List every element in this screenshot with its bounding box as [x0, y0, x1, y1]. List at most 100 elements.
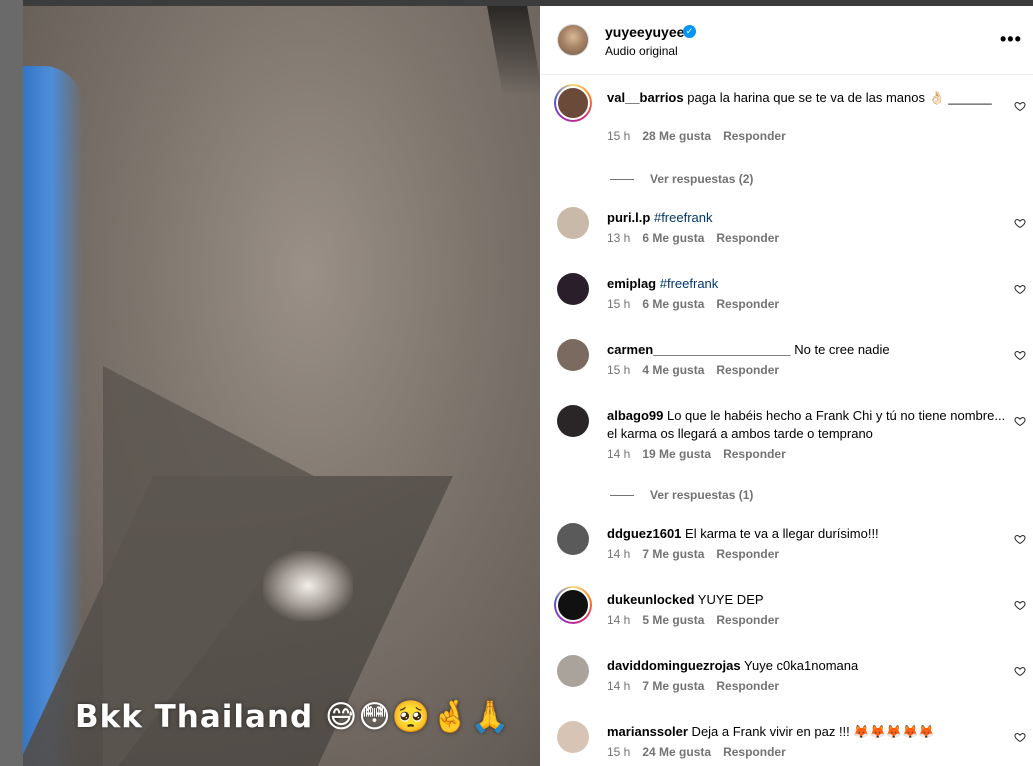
comment-body: Lo que le habéis hecho a Frank Chi y tú …: [607, 408, 1006, 441]
comment-text: val__barrios paga la harina que se te va…: [607, 89, 1007, 107]
comment-body: No te cree nadie: [790, 342, 890, 357]
like-heart-icon[interactable]: [1014, 283, 1026, 295]
comment-likes[interactable]: 28 Me gusta: [642, 129, 711, 143]
reply-button[interactable]: Responder: [716, 363, 779, 377]
comment-likes[interactable]: 19 Me gusta: [642, 447, 711, 461]
comment-likes[interactable]: 24 Me gusta: [642, 745, 711, 759]
comment-likes[interactable]: 7 Me gusta: [642, 679, 704, 693]
author-username[interactable]: yuyeeyuyee: [605, 24, 684, 40]
replies-divider: [610, 495, 634, 497]
comment-text: albago99 Lo que le habéis hecho a Frank …: [607, 407, 1007, 443]
comment-body: YUYE DEP: [694, 592, 764, 607]
comment-body: El karma te va a llegar durísimo!!!: [681, 526, 879, 541]
like-heart-icon[interactable]: [1014, 533, 1026, 545]
reel-video[interactable]: Bkk Thailand 😅😳🥺🤞🙏: [23, 6, 540, 766]
like-heart-icon[interactable]: [1014, 665, 1026, 677]
reply-button[interactable]: Responder: [716, 231, 779, 245]
left-edge: [0, 0, 23, 766]
commenter-username[interactable]: puri.l.p: [607, 210, 650, 225]
comment-text: carmen___________________ No te cree nad…: [607, 341, 1007, 359]
commenter-username[interactable]: carmen___________________: [607, 342, 791, 357]
comment-meta: 15 h 6 Me gusta Responder: [607, 297, 791, 311]
commenter-username[interactable]: val__barrios: [607, 90, 684, 105]
comment-text: ddguez1601 El karma te va a llegar durís…: [607, 525, 1007, 543]
reply-button[interactable]: Responder: [716, 297, 779, 311]
commenter-avatar[interactable]: [554, 586, 592, 624]
comment-timestamp: 13 h: [607, 231, 631, 245]
like-heart-icon[interactable]: [1014, 349, 1026, 361]
commenter-username[interactable]: albago99: [607, 408, 663, 423]
comment-meta: 14 h 7 Me gusta Responder: [607, 547, 791, 561]
commenter-username[interactable]: dukeunlocked: [607, 592, 694, 607]
commenter-username[interactable]: marianssoler: [607, 724, 688, 739]
comment-timestamp: 15 h: [607, 297, 631, 311]
comment-timestamp: 15 h: [607, 129, 631, 143]
comment-likes[interactable]: 4 Me gusta: [642, 363, 704, 377]
comment-meta: 14 h 5 Me gusta Responder: [607, 613, 791, 627]
commenter-avatar[interactable]: [554, 84, 592, 122]
like-heart-icon[interactable]: [1014, 731, 1026, 743]
commenter-avatar[interactable]: [557, 523, 589, 555]
comment-timestamp: 14 h: [607, 613, 631, 627]
author-avatar[interactable]: [557, 24, 589, 56]
commenter-avatar[interactable]: [557, 207, 589, 239]
commenter-username[interactable]: daviddominguezrojas: [607, 658, 741, 673]
view-replies-label: Ver respuestas (2): [650, 172, 754, 186]
comment-text: daviddominguezrojas Yuye c0ka1nomana: [607, 657, 1007, 675]
reply-button[interactable]: Responder: [723, 447, 786, 461]
comment-meta: 13 h 6 Me gusta Responder: [607, 231, 791, 245]
like-heart-icon[interactable]: [1014, 100, 1026, 112]
video-light-spot: [263, 551, 353, 621]
comment-meta: 14 h 19 Me gusta Responder: [607, 447, 798, 461]
comment-timestamp: 15 h: [607, 745, 631, 759]
comment-text: puri.l.p #freefrank: [607, 209, 1007, 227]
video-dark-corner: [487, 6, 540, 96]
reply-button[interactable]: Responder: [716, 679, 779, 693]
comment-meta: 15 h 24 Me gusta Responder: [607, 745, 798, 759]
comment-meta: 15 h 4 Me gusta Responder: [607, 363, 791, 377]
comment-timestamp: 14 h: [607, 547, 631, 561]
comment-text: emiplag #freefrank: [607, 275, 1007, 293]
comments-panel: yuyeeyuyee ✓ Audio original ••• val__bar…: [540, 6, 1033, 766]
view-replies-label: Ver respuestas (1): [650, 488, 754, 502]
verified-badge-icon: ✓: [683, 25, 696, 38]
commenter-avatar[interactable]: [557, 721, 589, 753]
commenter-username[interactable]: ddguez1601: [607, 526, 681, 541]
commenter-username[interactable]: emiplag: [607, 276, 656, 291]
video-caption: Bkk Thailand 😅😳🥺🤞🙏: [75, 699, 511, 735]
like-heart-icon[interactable]: [1014, 217, 1026, 229]
hashtag-link[interactable]: #freefrank: [660, 276, 719, 291]
reply-button[interactable]: Responder: [716, 547, 779, 561]
commenter-avatar[interactable]: [557, 655, 589, 687]
more-options-button[interactable]: •••: [1000, 29, 1022, 50]
audio-label[interactable]: Audio original: [605, 44, 678, 58]
hashtag-link[interactable]: #freefrank: [654, 210, 713, 225]
comment-likes[interactable]: 6 Me gusta: [642, 297, 704, 311]
avatar-image: [556, 86, 590, 120]
post-header: yuyeeyuyee ✓ Audio original •••: [540, 6, 1033, 75]
comment-timestamp: 15 h: [607, 363, 631, 377]
comment-body: Yuye c0ka1nomana: [740, 658, 859, 673]
reply-button[interactable]: Responder: [716, 613, 779, 627]
comment-body: paga la harina que se te va de las manos…: [683, 90, 992, 105]
comment-text: dukeunlocked YUYE DEP: [607, 591, 1007, 609]
comment-meta: 14 h 7 Me gusta Responder: [607, 679, 791, 693]
reply-button[interactable]: Responder: [723, 129, 786, 143]
view-replies-button[interactable]: Ver respuestas (1): [610, 488, 753, 502]
avatar-image: [556, 588, 590, 622]
comment-timestamp: 14 h: [607, 679, 631, 693]
reply-button[interactable]: Responder: [723, 745, 786, 759]
comment-likes[interactable]: 6 Me gusta: [642, 231, 704, 245]
replies-divider: [610, 179, 634, 181]
comment-likes[interactable]: 5 Me gusta: [642, 613, 704, 627]
comment-meta: 15 h 28 Me gusta Responder: [607, 129, 798, 143]
like-heart-icon[interactable]: [1014, 599, 1026, 611]
commenter-avatar[interactable]: [557, 339, 589, 371]
like-heart-icon[interactable]: [1014, 415, 1026, 427]
comment-text: marianssoler Deja a Frank vivir en paz !…: [607, 723, 1007, 741]
commenter-avatar[interactable]: [557, 273, 589, 305]
view-replies-button[interactable]: Ver respuestas (2): [610, 172, 753, 186]
commenter-avatar[interactable]: [557, 405, 589, 437]
comment-timestamp: 14 h: [607, 447, 631, 461]
comment-likes[interactable]: 7 Me gusta: [642, 547, 704, 561]
